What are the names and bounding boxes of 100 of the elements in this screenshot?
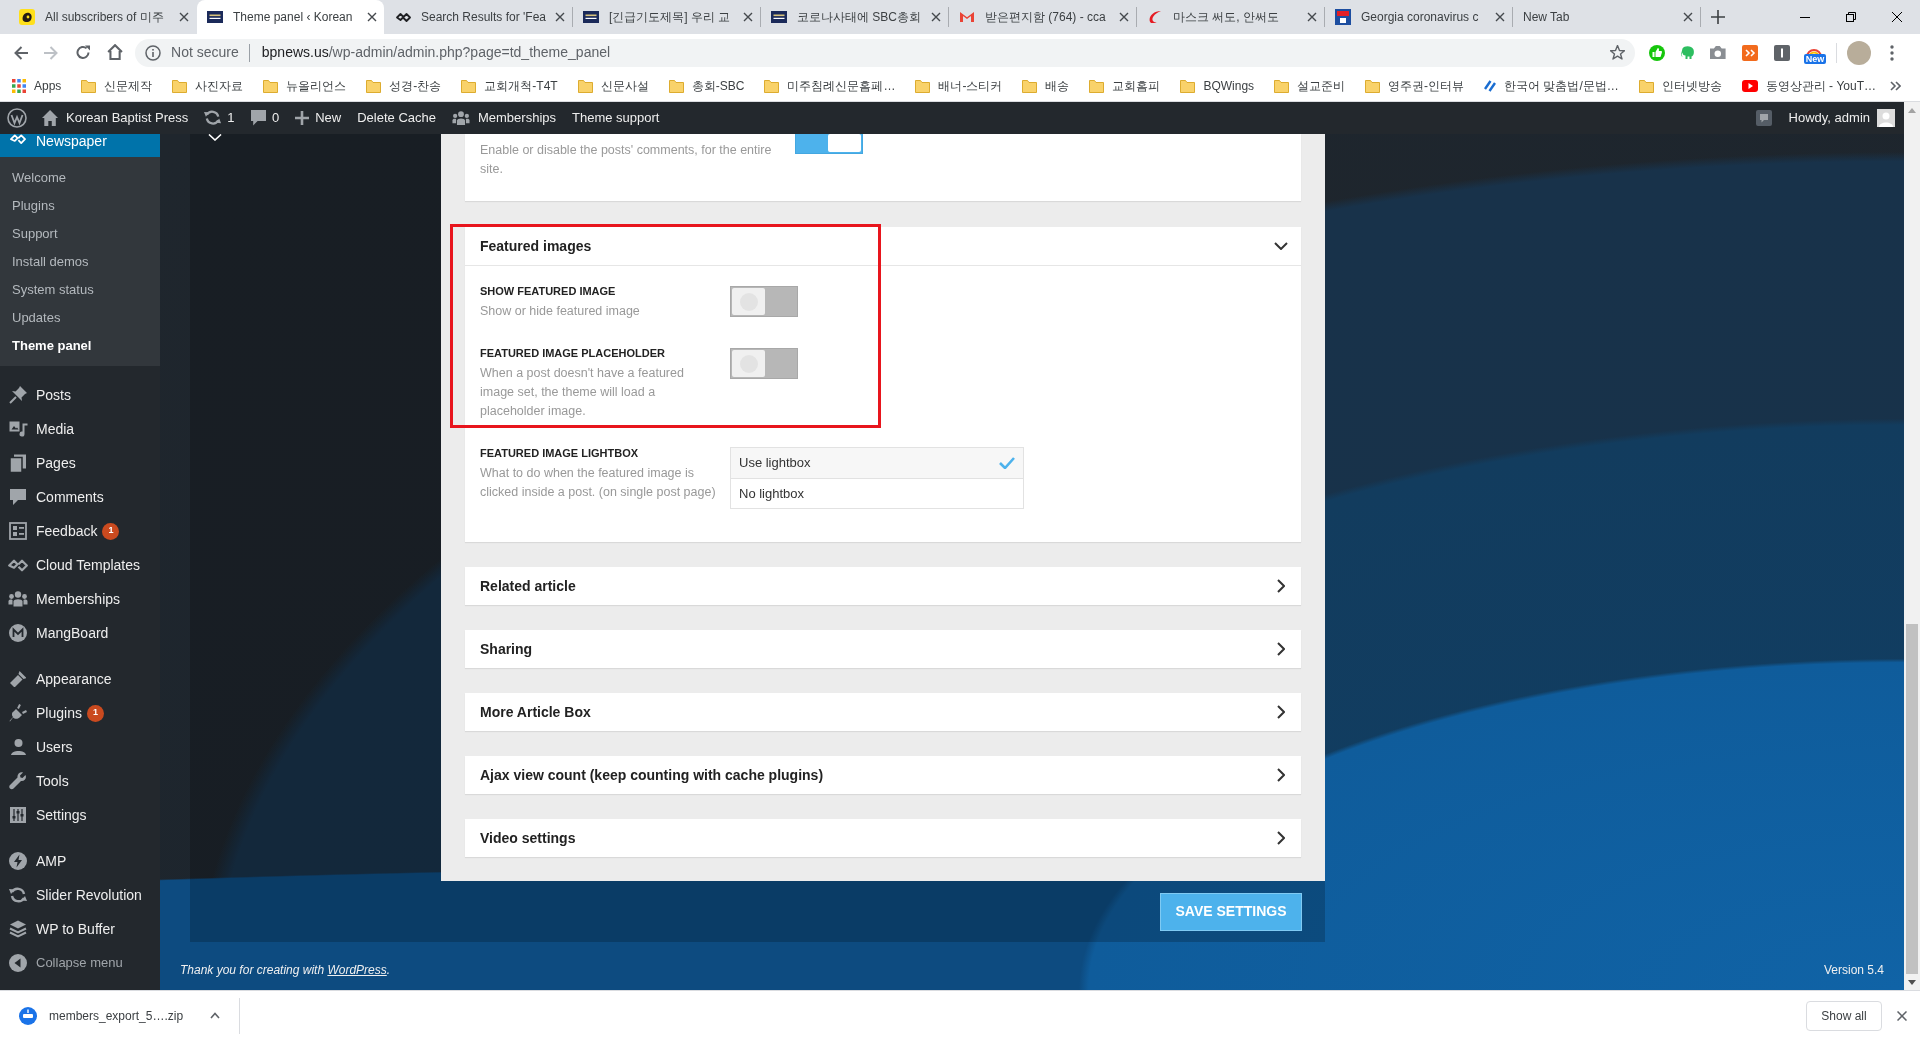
sidebar-menu-item[interactable]: Memberships	[0, 582, 160, 616]
bookmark-link[interactable]: 한국어 맞춤법/문법…	[1478, 74, 1625, 98]
sidebar-menu-item[interactable]: Media	[0, 412, 160, 446]
section-header[interactable]: Video settings	[465, 819, 1301, 857]
browser-tab[interactable]: Theme panel ‹ Korean	[197, 0, 384, 34]
restore-icon[interactable]	[1846, 12, 1856, 22]
close-icon[interactable]	[1119, 12, 1129, 22]
bookmark-link[interactable]: 뉴올리언스	[257, 74, 353, 98]
submenu-item[interactable]: Updates	[0, 304, 160, 332]
browser-tab[interactable]: All subscribers of 미주	[9, 0, 196, 34]
submenu-item[interactable]: Support	[0, 220, 160, 248]
bookmark-link[interactable]: 사진자료	[166, 74, 250, 98]
comments-link[interactable]: 0	[242, 102, 288, 134]
camera-icon[interactable]	[1710, 46, 1726, 59]
address-field[interactable]: Not secure bpnews.us/wp-admin/admin.php?page=td_theme_panel	[135, 38, 1636, 67]
bookmark-link[interactable]: 교회개척-T4T	[455, 74, 564, 98]
section-header[interactable]: Related article	[465, 567, 1301, 605]
browser-tab[interactable]: Search Results for 'Fea	[385, 0, 572, 34]
submenu-item[interactable]: Plugins	[0, 192, 160, 220]
bookmark-link[interactable]: BQWings	[1174, 74, 1261, 98]
scrollbar[interactable]	[1904, 102, 1920, 990]
double-chevron-icon[interactable]	[1890, 81, 1901, 91]
submenu-item[interactable]: System status	[0, 276, 160, 304]
plus-icon[interactable]	[1711, 10, 1725, 24]
close-icon[interactable]	[931, 12, 941, 22]
reload-icon[interactable]	[76, 45, 91, 60]
close-icon[interactable]	[1892, 12, 1902, 22]
site-info-button[interactable]: Not secure	[145, 42, 239, 63]
thumbs-up-icon[interactable]	[1649, 44, 1666, 61]
scroll-down-arrow-icon[interactable]	[1908, 979, 1916, 985]
scrollbar-thumb[interactable]	[1906, 624, 1918, 974]
site-name-link[interactable]: Korean Baptist Press	[34, 102, 197, 134]
close-icon[interactable]	[1307, 12, 1317, 22]
kebab-menu-icon[interactable]	[1889, 44, 1894, 61]
bookmark-link[interactable]: 총회-SBC	[662, 74, 751, 98]
browser-tab[interactable]: New Tab	[1513, 0, 1700, 34]
wordpress-link[interactable]: WordPress	[327, 963, 387, 977]
back-arrow-icon[interactable]	[14, 45, 29, 60]
bookmark-link[interactable]: 배송	[1016, 74, 1076, 98]
bookmark-link[interactable]: 인터넷방송	[1632, 74, 1728, 98]
close-icon[interactable]	[1683, 12, 1693, 22]
comment-tile-icon[interactable]	[1755, 110, 1772, 126]
bookmark-link[interactable]: 교회홈피	[1083, 74, 1167, 98]
sidebar-menu-item[interactable]: Users	[0, 730, 160, 764]
show-all-button[interactable]: Show all	[1806, 1000, 1882, 1031]
bookmark-link[interactable]: 배너-스티커	[909, 74, 1009, 98]
browser-tab[interactable]: 마스크 써도, 안써도	[1137, 0, 1324, 34]
submenu-item[interactable]: Theme panel	[0, 332, 160, 360]
close-icon[interactable]	[743, 12, 753, 22]
bookmark-link[interactable]: 영주권-인터뷰	[1359, 74, 1471, 98]
toggle-switch[interactable]	[730, 286, 798, 317]
close-icon[interactable]	[367, 12, 377, 22]
circle-logo-icon[interactable]	[7, 108, 27, 128]
sidebar-menu-item[interactable]: AMP	[0, 844, 160, 878]
bookmark-link[interactable]: 동영상관리 - YouT…	[1735, 74, 1882, 98]
download-item[interactable]: members_export_5….zip	[0, 995, 184, 1036]
collapse-menu-button[interactable]: Collapse menu	[0, 946, 160, 980]
sidebar-menu-item[interactable]: Cloud Templates	[0, 548, 160, 582]
section-header[interactable]: Featured images	[465, 227, 1301, 266]
choice-option[interactable]: Use lightbox	[731, 448, 1023, 478]
admin-bar-link[interactable]: Theme support	[564, 102, 668, 134]
browser-tab[interactable]: 받은편지함 (764) - cca	[949, 0, 1136, 34]
bookmark-link[interactable]: Apps	[6, 74, 68, 98]
sidebar-menu-item[interactable]: Pages	[0, 446, 160, 480]
sidebar-menu-item[interactable]: MangBoard	[0, 616, 160, 650]
bookmark-link[interactable]: 설교준비	[1268, 74, 1352, 98]
home-icon[interactable]	[107, 44, 124, 61]
section-header[interactable]: Ajax view count (keep counting with cache plugins)	[465, 756, 1301, 794]
submenu-item[interactable]: Welcome	[0, 164, 160, 192]
admin-bar-link[interactable]: Delete Cache	[349, 102, 444, 134]
updates-link[interactable]: 1	[196, 102, 243, 134]
close-icon[interactable]	[1897, 1010, 1907, 1021]
browser-tab[interactable]: 코로나사태에 SBC총회	[761, 0, 948, 34]
bar-tile-icon[interactable]	[1773, 44, 1790, 61]
submenu-item[interactable]: Install demos	[0, 248, 160, 276]
bookmark-link[interactable]: 미주침례신문홈페…	[758, 74, 902, 98]
admin-bar-link[interactable]: Memberships	[443, 102, 564, 134]
browser-tab[interactable]: [긴급기도제목] 우리 교	[573, 0, 760, 34]
sidebar-menu-item[interactable]: Feedback 1	[0, 514, 160, 548]
sidebar-menu-item[interactable]: Posts	[0, 378, 160, 412]
sidebar-menu-item[interactable]: Appearance	[0, 662, 160, 696]
bookmark-link[interactable]: 신문제작	[75, 74, 159, 98]
section-header[interactable]: Sharing	[465, 630, 1301, 668]
account-link[interactable]: Howdy, admin	[1788, 108, 1895, 128]
sidebar-menu-item[interactable]: Tools	[0, 764, 160, 798]
sidebar-menu-item[interactable]: Comments	[0, 480, 160, 514]
sidebar-menu-item[interactable]: Settings	[0, 798, 160, 832]
bookmark-link[interactable]: 신문사설	[571, 74, 655, 98]
close-icon[interactable]	[179, 12, 189, 22]
close-icon[interactable]	[555, 12, 565, 22]
sidebar-menu-item[interactable]: Newspaper	[0, 134, 160, 157]
minimize-icon[interactable]	[1800, 16, 1810, 18]
new-content-link[interactable]: New	[287, 102, 350, 134]
sidebar-menu-item[interactable]: WP to Buffer	[0, 912, 160, 946]
chevron-tile-icon[interactable]	[1741, 44, 1758, 61]
star-icon[interactable]	[1610, 45, 1626, 60]
sidebar-menu-item[interactable]: Plugins 1	[0, 696, 160, 730]
sidebar-menu-item[interactable]: Slider Revolution	[0, 878, 160, 912]
close-icon[interactable]	[1495, 12, 1505, 22]
caret-up-icon[interactable]	[210, 1012, 221, 1019]
